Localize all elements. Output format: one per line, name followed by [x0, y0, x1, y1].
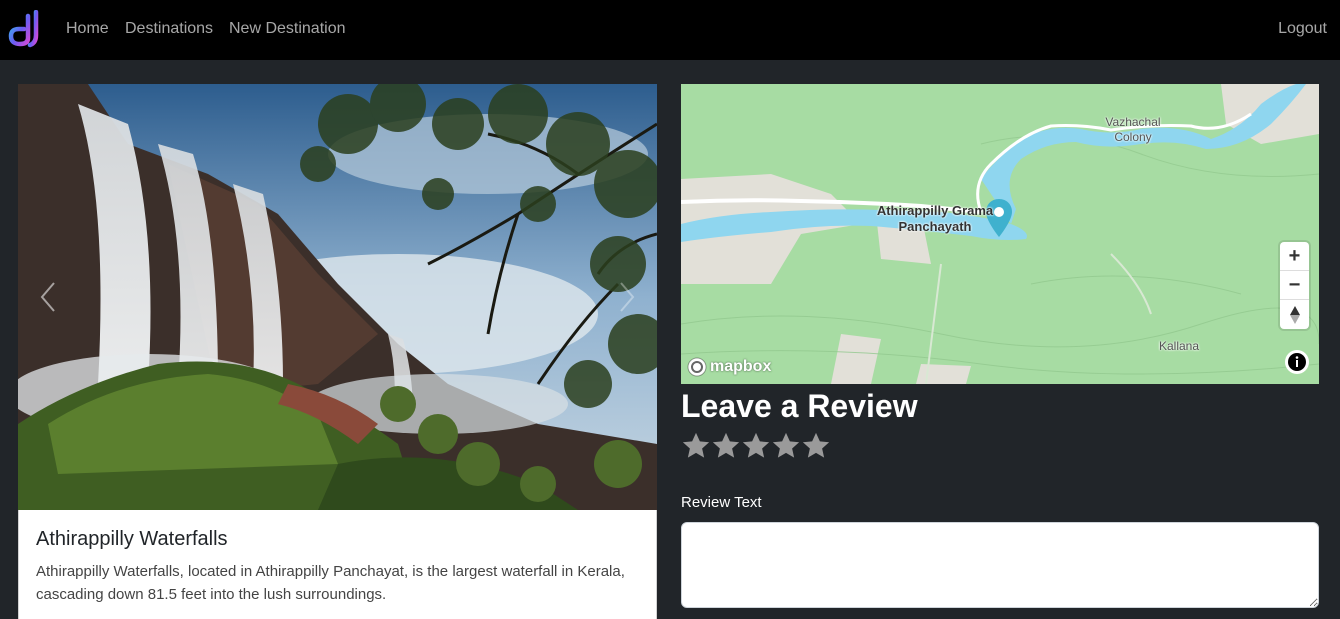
star-icon[interactable]	[711, 430, 741, 462]
star-icon[interactable]	[681, 430, 711, 462]
nav-logout-link[interactable]: Logout	[1278, 19, 1327, 39]
destination-image-carousel	[18, 84, 657, 510]
nav-new-destination-link[interactable]: New Destination	[229, 19, 346, 39]
destination-title: Athirappilly Waterfalls	[36, 528, 228, 550]
waterfall-photo	[18, 84, 657, 510]
brand-logo-icon[interactable]	[6, 10, 44, 48]
carousel-prev-button[interactable]	[18, 267, 78, 327]
navbar: Home Destinations New Destination Logout	[0, 0, 1340, 60]
chevron-right-icon	[620, 282, 635, 312]
map-place-label: Kallana	[1158, 339, 1200, 353]
star-rating[interactable]	[681, 430, 831, 462]
nav-destinations-link[interactable]: Destinations	[125, 19, 213, 39]
star-icon[interactable]	[801, 430, 831, 462]
map-terrain	[681, 84, 1319, 384]
star-icon[interactable]	[741, 430, 771, 462]
map-navigation-controls: + −	[1280, 242, 1309, 329]
destination-description: Athirappilly Waterfalls, located in Athi…	[36, 563, 625, 603]
info-icon	[1288, 353, 1306, 371]
compass-icon	[1289, 305, 1300, 324]
mapbox-icon	[687, 357, 707, 377]
nav-home-link[interactable]: Home	[66, 19, 109, 39]
destination-card-body: Athirappilly Waterfalls Athirappilly Wat…	[18, 510, 657, 619]
map-place-label: Vazhachal Colony	[1105, 115, 1161, 144]
destination-map[interactable]: Athirappilly Grama Panchayath Vazhachal …	[681, 84, 1319, 384]
mapbox-wordmark: mapbox	[710, 358, 772, 375]
zoom-in-button[interactable]: +	[1280, 242, 1309, 271]
review-text-input[interactable]	[681, 522, 1319, 608]
star-icon[interactable]	[771, 430, 801, 462]
review-text-label: Review Text	[681, 494, 762, 511]
chevron-left-icon	[40, 282, 55, 312]
mapbox-logo[interactable]: mapbox	[687, 356, 771, 378]
carousel-next-button[interactable]	[597, 267, 657, 327]
map-marker-label: Athirappilly Grama Panchayath	[876, 203, 994, 234]
attribution-info-button[interactable]	[1285, 350, 1309, 374]
zoom-out-button[interactable]: −	[1280, 271, 1309, 300]
review-heading: Leave a Review	[681, 388, 918, 424]
compass-button[interactable]	[1280, 300, 1309, 329]
